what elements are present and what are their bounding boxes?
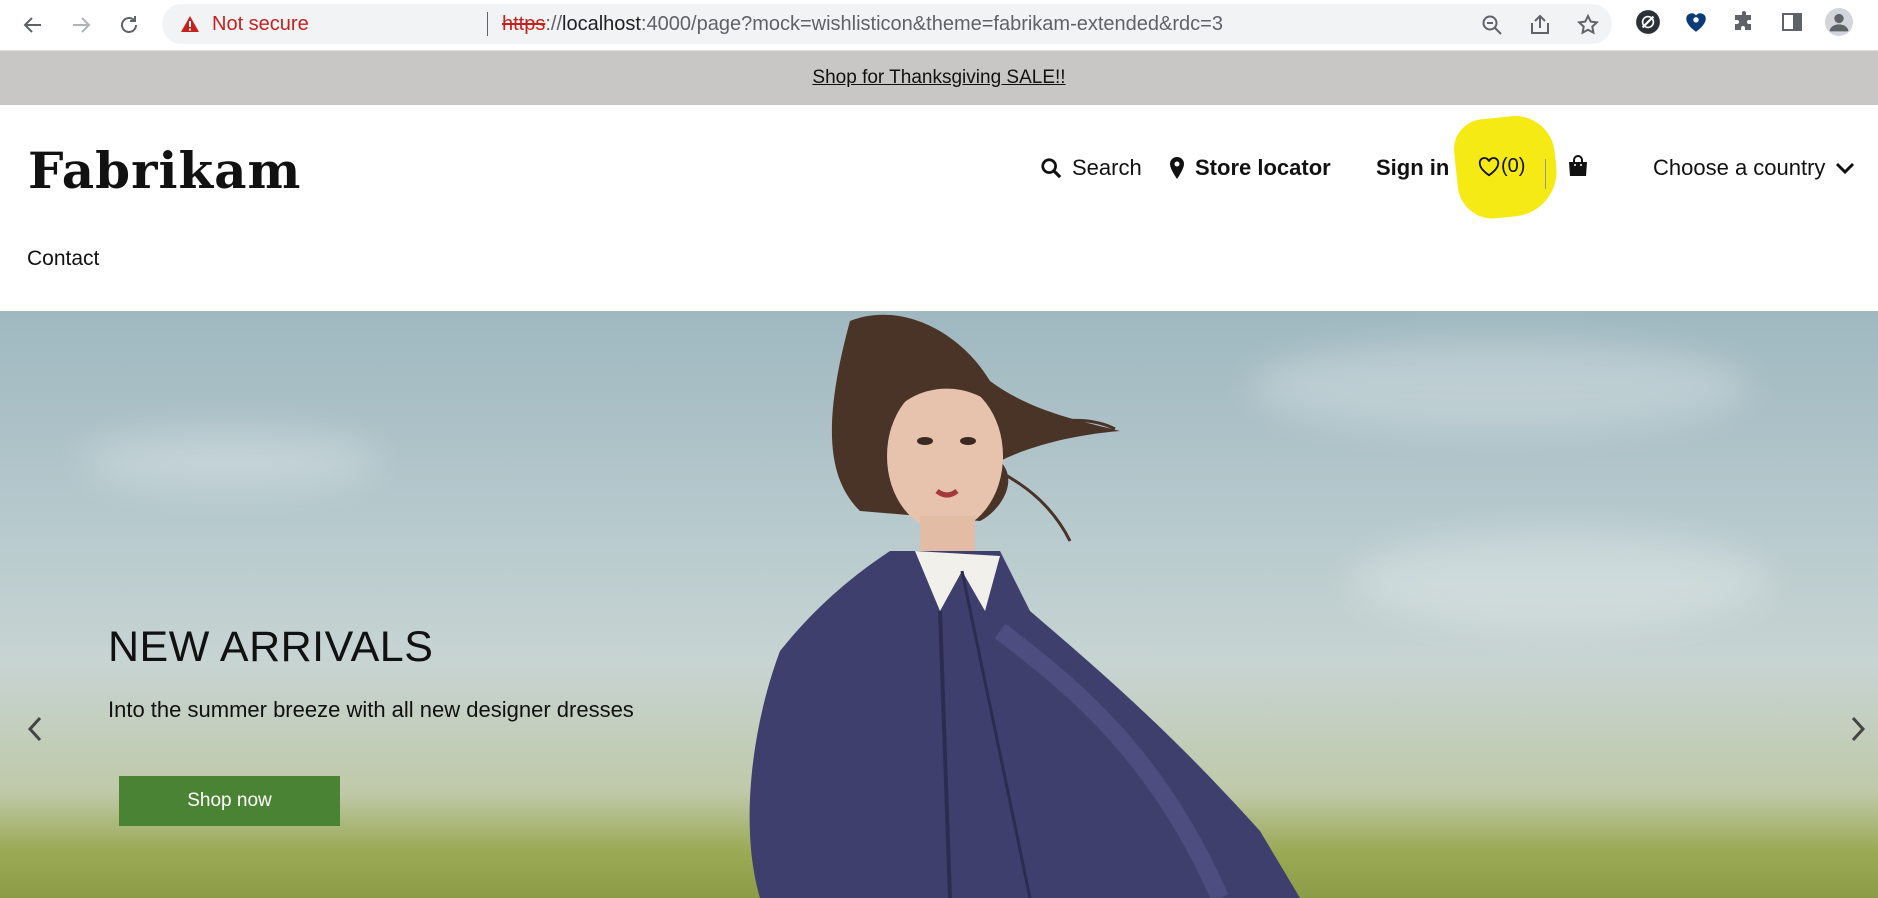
hero-cloud [1350,531,1770,631]
url-text[interactable]: https://localhost:4000/page?mock=wishlis… [502,13,1223,36]
search-button[interactable]: Search [1040,155,1142,181]
url-path: :4000/page?mock=wishlisticon&theme=fabri… [640,13,1223,35]
extensions-menu-button[interactable] [1730,8,1758,36]
forward-button[interactable] [64,8,98,42]
chevron-right-icon [1851,716,1866,742]
carousel-next-button[interactable] [1843,709,1873,749]
hero-cloud [80,431,380,491]
side-panel-button[interactable] [1778,8,1806,36]
password-extension-button[interactable] [1682,8,1710,36]
nav-item-contact[interactable]: Contact [27,247,99,271]
extension-circle-icon [1636,10,1660,34]
shopping-bag-icon [1569,155,1587,176]
forward-arrow-icon [73,17,91,33]
zoom-icon[interactable] [1480,13,1504,37]
hero-title: NEW ARRIVALS [108,623,434,671]
url-host: localhost [562,13,641,35]
chevron-down-icon [1836,162,1855,175]
cart-button[interactable] [1567,155,1599,177]
reload-button[interactable] [112,8,146,42]
hero-model-image [749,314,1300,898]
search-label: Search [1072,155,1142,180]
profile-button[interactable] [1825,8,1853,36]
location-pin-icon [1170,157,1184,179]
hero-subtitle: Into the summer breeze with all new desi… [108,697,634,722]
share-icon[interactable] [1528,13,1552,37]
warning-icon [181,16,199,32]
shop-now-button[interactable]: Shop now [119,776,340,826]
hero-carousel: NEW ARRIVALS Into the summer breeze with… [0,311,1878,898]
promo-banner: Shop for Thanksgiving SALE!! [0,51,1878,105]
promo-link[interactable]: Shop for Thanksgiving SALE!! [812,67,1065,89]
site-logo[interactable]: Fabrikam [28,141,301,200]
country-selector[interactable]: Choose a country [1653,155,1855,181]
avatar-icon [1825,8,1853,36]
omnibox-divider [487,12,488,36]
wishlist-button[interactable]: (0) [1478,155,1525,178]
country-selector-label: Choose a country [1653,155,1826,180]
search-icon [1041,158,1062,179]
url-separator: :// [545,13,563,35]
reload-icon [121,16,137,33]
url-scheme: https [502,13,546,35]
security-status[interactable]: Not secure [212,13,309,36]
browser-toolbar: Not secure https://localhost:4000/page?m… [0,0,1878,51]
heart-icon [1478,156,1500,176]
wishlist-count: (0) [1501,155,1526,177]
back-button[interactable] [16,8,50,42]
back-arrow-icon [23,17,41,33]
header-divider [1545,159,1546,189]
sign-in-link[interactable]: Sign in [1376,155,1449,181]
puzzle-icon [1735,11,1751,30]
side-panel-icon [1782,13,1802,31]
address-bar[interactable]: Not secure https://localhost:4000/page?m… [162,4,1612,44]
bookmark-star-icon[interactable] [1576,13,1600,37]
store-locator-link[interactable]: Store locator [1169,155,1331,181]
carousel-prev-button[interactable] [20,709,50,749]
heart-key-icon [1686,13,1706,32]
store-locator-label: Store locator [1195,155,1331,180]
site-header: Fabrikam Search Store locator Sign in (0… [0,105,1878,311]
chevron-left-icon [27,716,42,742]
extension-button[interactable] [1634,8,1662,36]
